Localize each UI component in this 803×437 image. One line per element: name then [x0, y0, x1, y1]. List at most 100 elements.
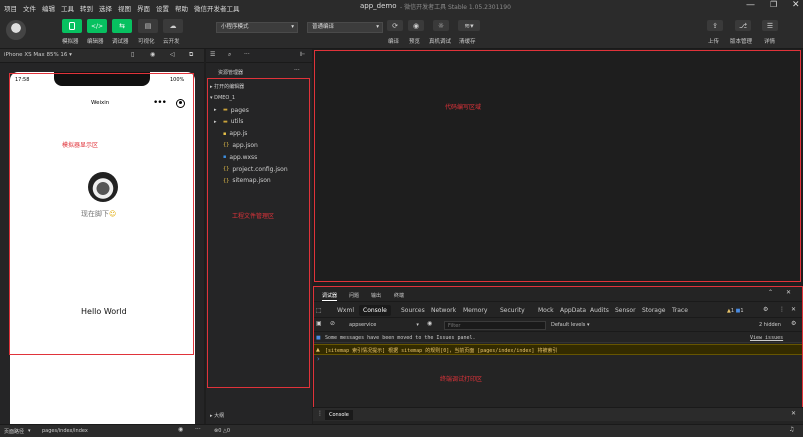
menu-ui[interactable]: 界面	[137, 3, 150, 13]
version-label: 版本管理	[730, 39, 753, 45]
simulator-header: iPhone XS Max 85% 16 ▾ ▯ ◉ ◁ ⧉	[0, 49, 204, 63]
details-button[interactable]: ☰	[762, 20, 778, 31]
close-icon[interactable]: ✕	[792, 0, 800, 10]
cloud-icon: ☁	[169, 22, 177, 30]
visual-button[interactable]: ▤	[138, 19, 158, 33]
simulator-label: 模拟器	[62, 39, 79, 45]
layout-icon: ▤	[144, 22, 152, 30]
remote-debug-button[interactable]: ☼	[433, 20, 449, 31]
menu-edit[interactable]: 编辑	[42, 3, 55, 13]
split-icon[interactable]: ⊩	[300, 51, 305, 58]
outline-section[interactable]: ▸ 大纲	[210, 412, 224, 419]
editor-region-label: 代码编写区域	[445, 104, 482, 111]
simulator-pane: iPhone XS Max 85% 16 ▾ ▯ ◉ ◁ ⧉ 17:58 100…	[0, 49, 204, 424]
menu-icon: ☰	[766, 21, 774, 30]
menu-help[interactable]: 帮助	[175, 3, 188, 13]
menu-devtools[interactable]: 微信开发者工具	[194, 3, 240, 13]
menu-tools[interactable]: 工具	[61, 3, 74, 13]
bug-icon: ☼	[437, 21, 445, 30]
upload-icon: ⇪	[712, 21, 718, 30]
upload-button[interactable]: ⇪	[707, 20, 723, 31]
record-icon[interactable]: ◉	[150, 51, 155, 58]
clear-cache-button[interactable]: ≋▾	[458, 20, 480, 31]
search-icon[interactable]: ⌕	[228, 51, 231, 59]
compile-select[interactable]: 普通编译 ▾	[307, 22, 383, 33]
simulator-region-label: 模拟器显示区	[62, 142, 99, 149]
menu-view[interactable]: 视图	[118, 3, 131, 13]
toolbar: </> ⇆ ▤ ☁ 模拟器 编辑器 调试器 可视化 云开发 小程序模式 ▾ 普通…	[0, 14, 803, 49]
editor-region-outline	[314, 50, 801, 282]
path-dropdown-icon[interactable]: ▾	[28, 428, 31, 434]
status-bar: 页面路径 ▾ pages/index/index ◉ ··· ⊗0 △0 ♫	[0, 424, 803, 437]
console-drawer-bar: ⋮ Console ✕	[313, 407, 803, 421]
editor-label: 编辑器	[87, 39, 104, 45]
clear-cache-label: 清缓存	[459, 39, 476, 45]
menu-settings[interactable]: 设置	[156, 3, 169, 13]
editor-area[interactable]: 代码编写区域	[313, 49, 803, 284]
debugger-pane: 调试器 问题 输出 终端 ⌃ ✕ ⬚ Wxml Console Sources Net…	[313, 286, 803, 424]
code-icon: </>	[90, 22, 104, 30]
mode-select-value: 小程序模式	[221, 24, 249, 30]
preview-button[interactable]: ◉	[408, 20, 424, 31]
chevron-down-icon: ▾	[291, 24, 294, 30]
explorer-more[interactable]: ···	[294, 67, 300, 74]
phone-icon[interactable]: ▯	[131, 51, 134, 58]
chevron-down-icon: ▾	[376, 24, 379, 30]
outline-label: 大纲	[214, 413, 225, 419]
maximize-icon[interactable]: ❐	[770, 0, 777, 9]
layers-icon: ≋▾	[464, 21, 474, 30]
simulator-region-outline	[9, 73, 194, 355]
preview-eye-icon[interactable]: ◉	[178, 426, 183, 433]
menu-bar: 项目 文件 编辑 工具 转到 选择 视图 界面 设置 帮助 微信开发者工具 ap…	[0, 0, 803, 14]
editor-toggle-button[interactable]: </>	[87, 19, 107, 33]
drawer-menu-icon[interactable]: ⋮	[317, 410, 323, 417]
page-path[interactable]: pages/index/index	[42, 428, 88, 434]
bell-icon[interactable]: ♫	[789, 426, 794, 433]
error-count: 0	[218, 428, 222, 434]
eye-icon: ◉	[412, 21, 420, 30]
mode-select[interactable]: 小程序模式 ▾	[216, 22, 298, 33]
menu-select[interactable]: 选择	[99, 3, 112, 13]
problem-counter[interactable]: ⊗0 △0	[214, 428, 230, 434]
version-icon: ⎇	[738, 21, 748, 30]
minimize-icon[interactable]: —	[746, 0, 755, 10]
list-icon[interactable]: ☰	[210, 51, 215, 58]
explorer-toolbar: ☰ ⌕ ··· ⊩	[206, 49, 312, 63]
refresh-icon: ⟳	[392, 21, 398, 30]
console-region-outline	[313, 286, 803, 421]
compile-label: 编译	[388, 39, 400, 45]
debugger-toggle-button[interactable]: ⇆	[112, 19, 132, 33]
more-icon[interactable]: ···	[244, 51, 250, 58]
debugger-label: 调试器	[112, 39, 129, 45]
menu-project[interactable]: 项目	[4, 3, 17, 13]
cloud-label: 云开发	[163, 39, 180, 45]
warning-count: 0	[226, 428, 231, 434]
device-select[interactable]: iPhone XS Max 85% 16 ▾	[4, 52, 72, 58]
details-label: 详情	[764, 39, 776, 45]
speaker-icon[interactable]: ◁	[170, 51, 175, 58]
menu-file[interactable]: 文件	[23, 3, 36, 13]
simulator-toggle-button[interactable]	[62, 19, 82, 33]
window-title: app_demo	[360, 2, 397, 10]
phone-icon	[69, 22, 75, 30]
menu-goto[interactable]: 转到	[80, 3, 93, 13]
close-drawer-icon[interactable]: ✕	[791, 410, 796, 417]
cloud-dev-button[interactable]: ☁	[163, 19, 183, 33]
console-region-label: 终端调试打印区	[440, 376, 483, 383]
drawer-tab-console[interactable]: Console	[325, 410, 353, 420]
window-subtitle: - 微信开发者工具 Stable 1.05.2301190	[400, 4, 511, 11]
preview-label: 预览	[409, 39, 421, 45]
version-button[interactable]: ⎇	[735, 20, 751, 31]
remote-debug-label: 真机调试	[429, 39, 452, 45]
explorer-header: 资源管理器	[218, 70, 244, 76]
explorer-region-label: 工程文件管理区	[232, 213, 275, 220]
explorer-region-outline	[207, 78, 310, 388]
popout-icon[interactable]: ⧉	[189, 51, 193, 59]
path-label: 页面路径	[4, 429, 25, 435]
visual-label: 可视化	[138, 39, 155, 45]
explorer-pane: ☰ ⌕ ··· ⊩ 资源管理器 ··· ▸ 打开的编辑器 ▾ DMEO_1 ▸ ▬…	[206, 49, 312, 424]
compile-select-value: 普通编译	[312, 24, 335, 30]
compile-button[interactable]: ⟳	[387, 20, 403, 31]
more-icon[interactable]: ···	[195, 426, 201, 433]
avatar[interactable]	[6, 20, 26, 40]
